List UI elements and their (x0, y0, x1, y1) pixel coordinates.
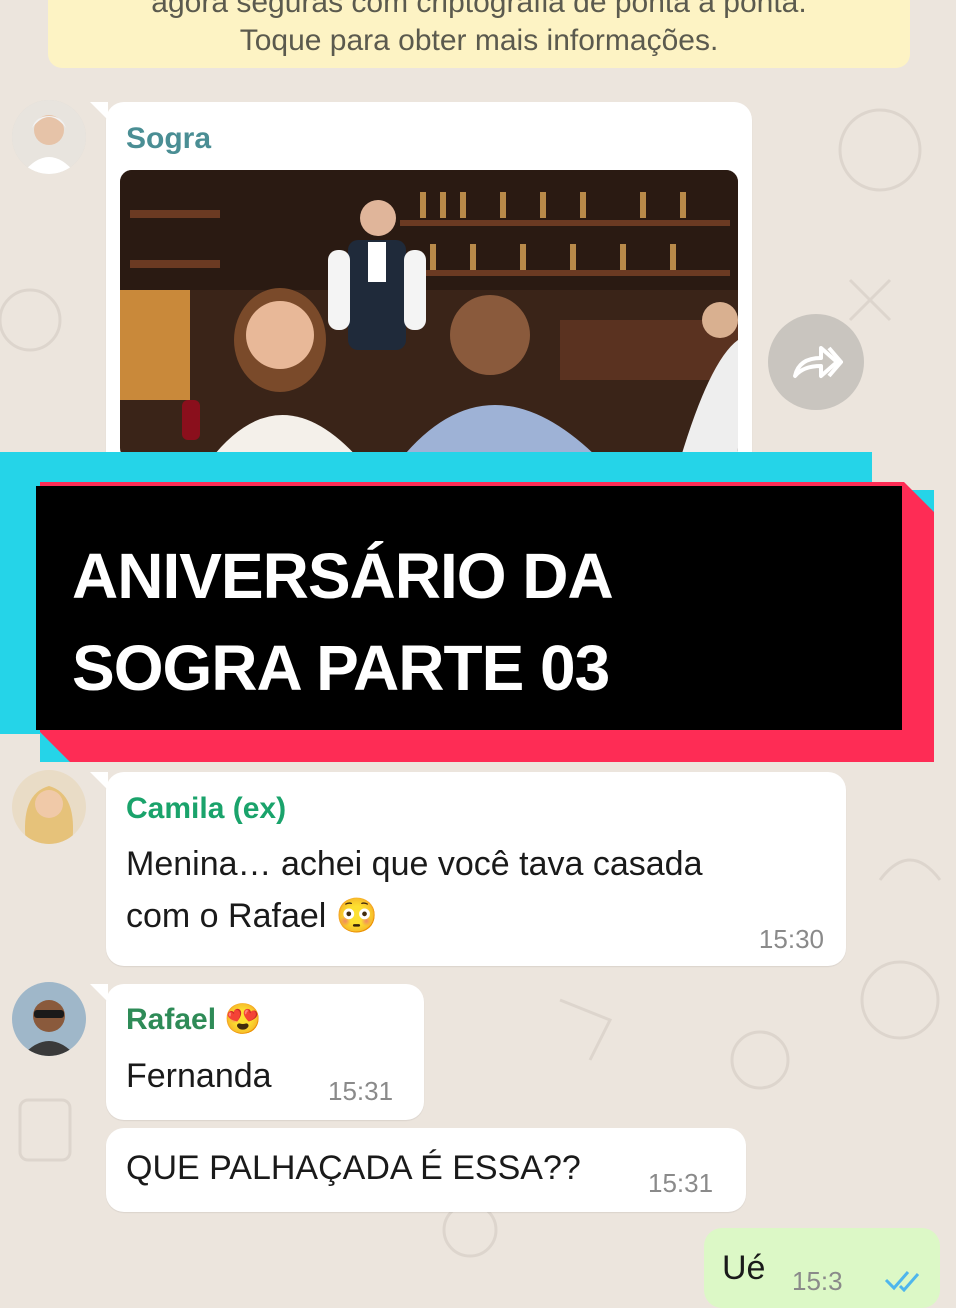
message-text-line-2: com o Rafael 😳 (126, 897, 379, 935)
restaurant-photo[interactable] (120, 170, 738, 460)
forward-icon (793, 346, 843, 378)
banner-title: ANIVERSÁRIO DA SOGRA PARTE 03 (72, 530, 614, 714)
sender-name: Rafael 😍 (126, 1003, 262, 1036)
avatar-camila-image (12, 770, 86, 844)
avatar-sogra-image (12, 100, 86, 174)
message-text-line-1: Menina… achei que você tava casada (126, 845, 703, 883)
message-time: 15:3 (792, 1266, 843, 1296)
message-time: 15:31 (328, 1076, 394, 1106)
avatar-rafael-image (12, 982, 86, 1056)
message-text: Fernanda (126, 1057, 272, 1095)
message-bubble-outgoing[interactable]: Ué 15:3 (704, 1228, 940, 1308)
notice-line-1: agora seguras com criptografia de ponta … (151, 0, 807, 19)
message-text: Ué (722, 1249, 766, 1287)
encryption-notice[interactable]: agora seguras com criptografia de ponta … (48, 0, 910, 68)
sender-name: Camila (ex) (126, 792, 287, 825)
double-check-icon (884, 1271, 920, 1292)
message-bubble-rafael[interactable]: Rafael 😍 Fernanda 15:31 (90, 984, 424, 1120)
forward-button[interactable] (768, 314, 864, 410)
message-bubble-camila[interactable]: Camila (ex) Menina… achei que você tava … (90, 772, 846, 966)
banner-line-2: SOGRA PARTE 03 (72, 632, 610, 704)
message-time: 15:31 (648, 1168, 714, 1198)
avatar-sogra[interactable] (12, 100, 86, 174)
message-text: QUE PALHAÇADA É ESSA?? (126, 1149, 581, 1187)
message-bubble-rafael-2[interactable]: QUE PALHAÇADA É ESSA?? 15:31 (106, 1128, 746, 1212)
message-time: 15:30 (758, 924, 824, 954)
avatar-camila[interactable] (12, 770, 86, 844)
banner-line-1: ANIVERSÁRIO DA (72, 540, 614, 612)
sender-name: Sogra (126, 122, 212, 155)
avatar-rafael[interactable] (12, 982, 86, 1056)
notice-line-2: Toque para obter mais informações. (239, 24, 719, 57)
